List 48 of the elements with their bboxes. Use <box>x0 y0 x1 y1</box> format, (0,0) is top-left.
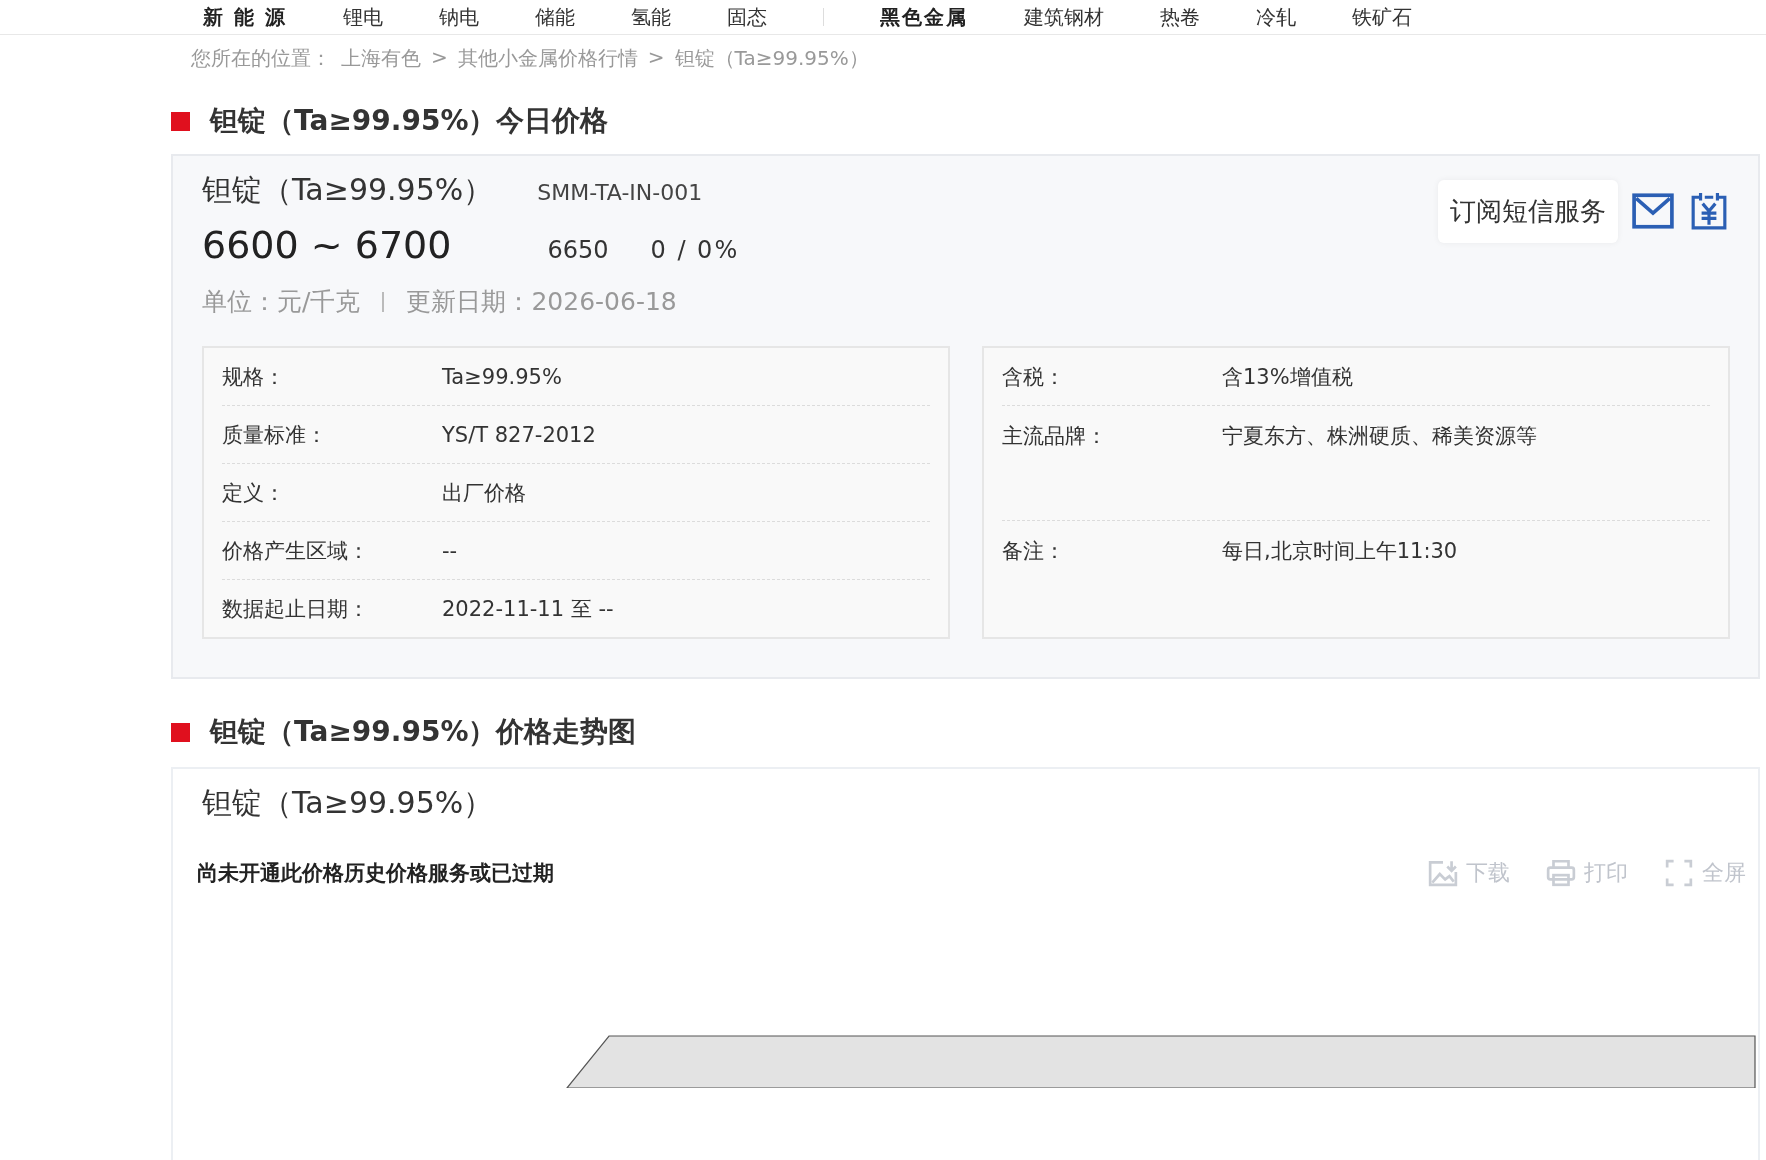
unit-label: 单位：元/千克 <box>202 286 361 318</box>
section-marker-icon <box>171 722 190 742</box>
spec-label: 数据起止日期： <box>222 595 370 623</box>
spec-label: 规格： <box>222 363 286 391</box>
nav-link[interactable]: 建筑钢材 <box>1023 3 1104 31</box>
product-code: SMM-TA-IN-001 <box>537 180 703 205</box>
update-date: 更新日期：2026-06-18 <box>406 286 677 318</box>
spec-label: 定义： <box>222 479 286 507</box>
spec-label: 价格产生区域： <box>222 537 370 565</box>
nav-link[interactable]: 固态 <box>726 3 767 31</box>
nav-link[interactable]: 黑色金属 <box>879 3 968 31</box>
breadcrumb-separator: > <box>431 45 448 71</box>
spec-value: 含13%增值税 <box>1222 363 1353 391</box>
nav-link[interactable]: 新 能 源 <box>203 3 287 31</box>
nav-link[interactable]: 锂电 <box>342 3 383 31</box>
nav-link[interactable]: 氢能 <box>630 3 671 31</box>
spec-value: 宁夏东方、株洲硬质、稀美资源等 <box>1222 423 1537 450</box>
spec-value: Ta≥99.95% <box>442 364 562 389</box>
spec-value: 2022-11-11 至 -- <box>442 595 614 623</box>
mail-icon[interactable] <box>1632 192 1674 230</box>
fullscreen-icon <box>1664 859 1694 887</box>
breadcrumb-separator: > <box>647 45 665 71</box>
spec-label: 质量标准： <box>222 421 328 449</box>
spec-label: 备注： <box>1002 538 1066 565</box>
subscribe-tooltip: 订阅短信服务 <box>1438 179 1618 243</box>
spec-value: YS/T 827-2012 <box>442 422 596 447</box>
nav-link[interactable]: 热卷 <box>1159 3 1200 31</box>
section-title: 钽锭（Ta≥99.95%）今日价格 <box>210 103 609 139</box>
nav-link[interactable]: 储能 <box>534 3 575 31</box>
product-name: 钽锭（Ta≥99.95%） <box>201 784 495 822</box>
price-range: 6600 ~ 6700 <box>202 223 452 267</box>
spec-label: 主流品牌： <box>1002 423 1108 450</box>
product-name: 钽锭（Ta≥99.95%） <box>202 171 494 209</box>
section-marker-icon <box>171 111 190 131</box>
section-title: 钽锭（Ta≥99.95%）价格走势图 <box>210 714 637 750</box>
spec-label: 含税： <box>1002 363 1066 391</box>
price-change: 0 / 0% <box>650 236 740 264</box>
spec-value: 每日,北京时间上午11:30 <box>1222 538 1458 565</box>
nav-link[interactable]: 冷轧 <box>1255 3 1296 31</box>
average-price: 6650 <box>547 236 609 264</box>
image-download-icon <box>1428 859 1458 887</box>
access-notice: 尚未开通此价格历史价格服务或已过期 <box>197 860 554 887</box>
spec-value: -- <box>442 538 458 563</box>
printer-icon <box>1546 859 1576 887</box>
nav-link[interactable]: 铁矿石 <box>1351 3 1412 31</box>
breadcrumb-prefix: 您所在的位置： <box>191 45 331 72</box>
spec-value: 出厂价格 <box>442 479 526 507</box>
nav-link[interactable]: 钠电 <box>438 3 479 31</box>
